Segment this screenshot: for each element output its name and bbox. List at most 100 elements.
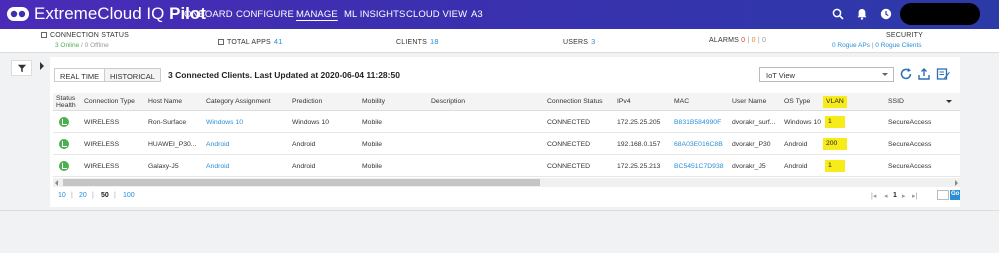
current-page[interactable]: 1 [893,192,897,199]
rogue-clients[interactable]: 0 Rogue Clients [875,42,921,49]
cell-host-name: HUAWEI_P30... [148,141,197,148]
brand-title[interactable]: ExtremeCloud IQ Pilot [34,4,206,24]
table-row[interactable]: WIRELESS HUAWEI_P30... Android Android M… [53,134,960,155]
cell-connection-type: WIRELESS [84,119,120,126]
nav-cloud-view[interactable]: CLOUD VIEW [406,9,467,20]
summary-bar: CONNECTION STATUS 3 Online / 0 Offline T… [0,29,999,53]
view-select-value: IoT View [766,71,795,80]
scrollbar-thumb[interactable] [63,179,540,186]
edit-columns-icon[interactable] [936,67,950,81]
online-count: 3 Online [55,42,80,49]
cell-ipv4: 172.25.25.205 [617,119,661,126]
connection-status-summary[interactable]: CONNECTION STATUS [41,32,129,39]
page-size-sep: | [92,192,94,199]
bell-icon[interactable] [856,8,868,20]
clients-summary[interactable]: CLIENTS 18 [396,37,439,46]
cell-category-link[interactable]: Android [206,141,229,148]
connected-clients-header: 3 Connected Clients. Last Updated at 202… [168,70,400,80]
horizontal-scrollbar[interactable] [53,178,960,187]
page-size-50[interactable]: 50 [101,192,109,199]
cell-prediction: Android [292,163,316,170]
expand-panel-arrow-icon[interactable] [40,62,44,70]
cell-mac-link[interactable]: 68A03E016C8B [674,141,723,148]
cell-mobility: Mobile [362,141,383,148]
col-status-health[interactable]: Status Health [56,95,80,109]
account-menu-redacted[interactable] [900,3,980,25]
clock-icon[interactable] [880,8,892,20]
prev-page-icon[interactable]: ◂ [884,192,888,200]
col-connection-type[interactable]: Connection Type [84,98,135,105]
users-summary[interactable]: USERS 3 [563,37,596,46]
tab-historical[interactable]: HISTORICAL [104,68,161,82]
alarms-minor: 0 [762,37,767,44]
cell-os-type: Android [784,163,808,170]
cloud-logo-icon [7,7,29,21]
next-page-icon[interactable]: ▸ [902,192,906,200]
table-row[interactable]: WIRELESS Ron-Surface Windows 10 Windows … [53,112,960,133]
cell-vlan: 200 [823,138,847,150]
column-menu-chevron-icon[interactable] [946,100,952,103]
col-mobility[interactable]: Mobility [362,98,385,105]
alarms-sep-1: | [747,37,750,44]
nav-configure[interactable]: CONFIGURE [236,9,294,20]
export-icon[interactable] [917,67,931,81]
security-counts: 0 Rogue APs | 0 Rogue Clients [832,42,922,49]
content-divider [0,210,999,211]
filter-button[interactable] [11,60,32,76]
page-size-10[interactable]: 10 [58,192,66,199]
col-ssid[interactable]: SSID [888,98,904,105]
cell-category-link[interactable]: Windows 10 [206,119,243,126]
rogue-aps[interactable]: 0 Rogue APs [832,42,870,49]
alarms-critical: 0 [741,37,746,44]
total-apps-summary[interactable]: TOTAL APPS 41 [218,37,283,46]
cell-connection-type: WIRELESS [84,163,120,170]
cell-vlan: 1 [825,160,845,172]
scroll-left-icon[interactable] [55,180,58,186]
nav-onboard[interactable]: ONBOARD [184,9,233,20]
page-size-100[interactable]: 100 [123,192,135,199]
cell-vlan: 1 [825,116,845,128]
cell-mac-link[interactable]: B831B584990F [674,119,721,126]
refresh-icon[interactable] [899,67,913,81]
search-icon[interactable] [832,8,844,20]
clients-value: 18 [429,37,439,46]
cell-category-link[interactable]: Android [206,163,229,170]
scroll-right-icon[interactable] [955,180,958,186]
tab-real-time[interactable]: REAL TIME [54,68,106,82]
col-category-assignment[interactable]: Category Assignment [206,98,271,105]
nav-a3[interactable]: A3 [471,9,483,20]
col-vlan[interactable]: VLAN [823,96,847,108]
cell-connection-type: WIRELESS [84,141,120,148]
alarms-summary[interactable]: ALARMS 0 | 0 | 0 [709,37,766,44]
go-button[interactable]: Go [950,190,960,200]
cell-ssid: SecureAccess [888,119,932,126]
table-row[interactable]: WIRELESS Galaxy-J5 Android Android Mobil… [53,156,960,177]
first-page-icon[interactable]: |◂ [871,192,876,200]
view-select[interactable]: IoT View [759,67,894,82]
security-label[interactable]: SECURITY [886,32,923,39]
nav-ml-insights[interactable]: ML INSIGHTS [344,9,405,20]
col-user-name[interactable]: User Name [732,98,766,105]
cell-os-type: Windows 10 [784,119,822,126]
brand-name: ExtremeCloud IQ [34,4,165,23]
table-header: Status Health Connection Type Host Name … [53,93,960,111]
col-description[interactable]: Description [431,98,465,105]
cell-ipv4: 192.168.0.157 [617,141,661,148]
nav-manage[interactable]: MANAGE [296,9,338,20]
col-connection-status[interactable]: Connection Status [547,98,603,105]
online-offline-sep: / [81,42,83,49]
col-host-name[interactable]: Host Name [148,98,182,105]
page-size-20[interactable]: 20 [79,192,87,199]
cell-mobility: Mobile [362,163,383,170]
status-healthy-icon [59,161,69,171]
offline-count: 0 Offline [84,42,109,49]
col-prediction[interactable]: Prediction [292,98,322,105]
col-os-type[interactable]: OS Type [784,98,810,105]
last-page-icon[interactable]: ▸| [912,192,917,200]
cell-connection-status: CONNECTED [547,119,591,126]
page-number-input[interactable] [937,190,949,200]
col-ipv4[interactable]: IPv4 [617,98,631,105]
cell-mac-link[interactable]: BC5451C7D938 [674,163,724,170]
alarms-major: 0 [751,37,756,44]
col-mac[interactable]: MAC [674,98,689,105]
